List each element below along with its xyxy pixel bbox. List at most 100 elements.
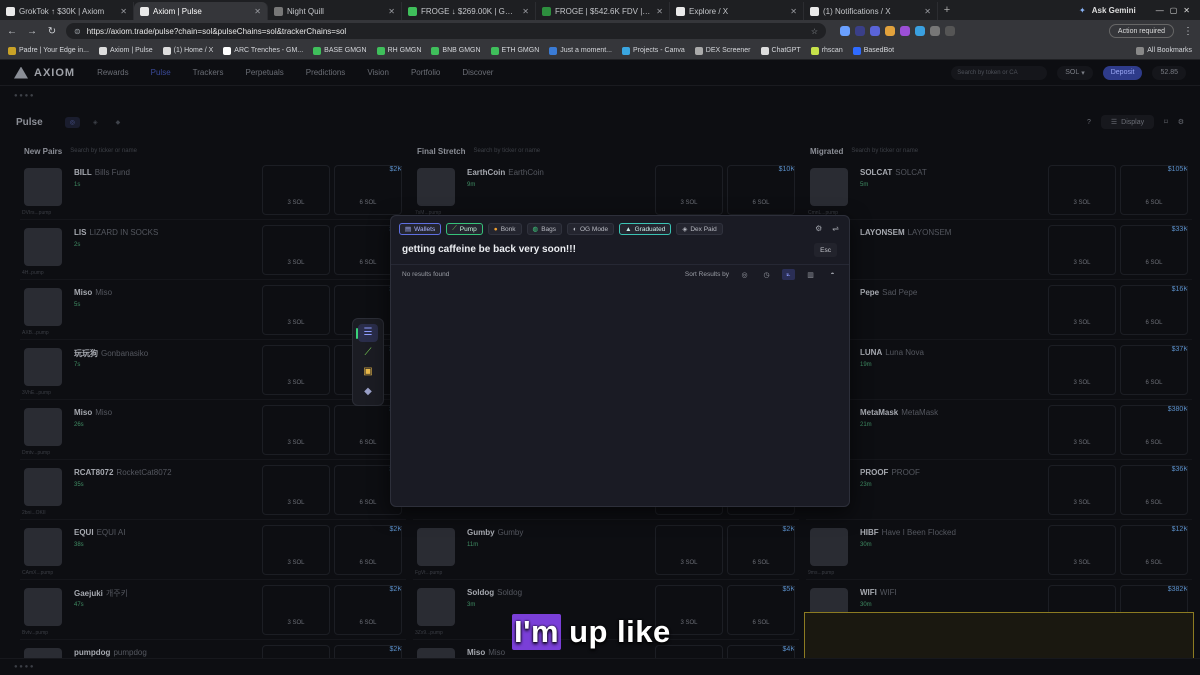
buy-6-sol-button[interactable]: 6 SOL <box>334 525 402 575</box>
sort-verified-icon[interactable]: ◎ <box>738 269 751 280</box>
token-address[interactable]: 2bni...OKII <box>22 510 46 516</box>
forward-icon[interactable]: → <box>26 26 38 37</box>
nav-pulse[interactable]: Pulse <box>151 68 171 77</box>
token-row[interactable]: EQUI EQUI AI 38s CAmX...pump $2K 3 SOL 6 SOL <box>20 520 406 580</box>
buy-3-sol-button[interactable]: 3 SOL <box>1048 285 1116 335</box>
sliders-icon[interactable]: ⇌ <box>832 224 839 233</box>
nav-predictions[interactable]: Predictions <box>306 68 346 77</box>
buy-6-sol-button[interactable]: 6 SOL <box>1120 165 1188 215</box>
address-bar[interactable]: ⊜ https://axiom.trade/pulse?chain=sol&pu… <box>66 23 826 39</box>
sort-time-icon[interactable]: ◷ <box>760 269 773 280</box>
browser-tab-active[interactable]: Axiom | Pulse ✕ <box>134 2 268 20</box>
token-avatar[interactable] <box>24 468 62 506</box>
filter-bags[interactable]: ◍ Bags <box>526 223 563 235</box>
browser-tab[interactable]: Night Quill ✕ <box>268 2 402 20</box>
display-button[interactable]: ☰ Display <box>1100 115 1155 129</box>
nav-vision[interactable]: Vision <box>367 68 389 77</box>
buy-3-sol-button[interactable]: 3 SOL <box>1048 465 1116 515</box>
all-bookmarks[interactable]: All Bookmarks <box>1136 46 1192 55</box>
reload-icon[interactable]: ↻ <box>46 26 58 37</box>
settings-icon[interactable]: ⚙ <box>1178 118 1184 126</box>
token-address[interactable]: DVIrs...pump <box>22 210 51 216</box>
buy-3-sol-button[interactable]: 3 SOL <box>262 225 330 275</box>
token-row[interactable]: Pepe Sad Pepe $16K 3 SOL 6 SOL <box>806 280 1192 340</box>
token-row[interactable]: LISLIZARD IN SOCKS2s4H..pump$2K3 SOL6 SO… <box>20 220 406 280</box>
column-search-input[interactable]: Search by ticker or name <box>473 148 540 154</box>
token-row[interactable]: 玩玩狗Gonbanasiko7s3VhE...pump$2K3 SOL6 SOL <box>20 340 406 400</box>
buy-3-sol-button[interactable]: 3 SOL <box>1048 165 1116 215</box>
buy-6-sol-button[interactable]: 6 SOL <box>1120 525 1188 575</box>
buy-6-sol-button[interactable]: 6 SOL <box>1120 345 1188 395</box>
buy-6-sol-button[interactable]: 6 SOL <box>727 525 795 575</box>
close-icon[interactable]: ✕ <box>254 7 261 16</box>
token-address[interactable]: 3VhE...pump <box>22 390 51 396</box>
bookmark-item[interactable]: RH GMGN <box>376 46 421 55</box>
maximize-icon[interactable]: ▢ <box>1170 6 1178 15</box>
buy-3-sol-button[interactable]: 3 SOL <box>262 585 330 635</box>
token-row[interactable]: HIBF Have I Been Flocked 30m 9ms...pump $12K… <box>806 520 1192 580</box>
token-row[interactable]: MetaMask MetaMask 21m $380K 3 SOL 6 SOL <box>806 400 1192 460</box>
buy-3-sol-button[interactable]: 3 SOL <box>1048 345 1116 395</box>
filter-bonk[interactable]: ● Bonk <box>487 223 522 235</box>
nav-discover[interactable]: Discover <box>462 68 493 77</box>
pump-icon[interactable]: ⟋ <box>358 343 378 361</box>
token-avatar[interactable] <box>24 408 62 446</box>
bookmark-item[interactable]: BasedBot <box>852 46 894 55</box>
close-icon[interactable]: ✕ <box>120 7 127 16</box>
ask-gemini-button[interactable]: Ask Gemini <box>1092 6 1136 15</box>
buy-3-sol-button[interactable]: 3 SOL <box>1048 225 1116 275</box>
buy-3-sol-button[interactable]: 3 SOL <box>655 525 723 575</box>
puzzle-icon[interactable] <box>945 26 955 36</box>
token-search-input[interactable]: Search by token or CA <box>951 65 1048 80</box>
token-row[interactable]: Gaejuki 개주키 47s Bvtv...pump $2K 3 SOL 6 SOL <box>20 580 406 640</box>
token-row[interactable]: MisoMiso26sDmtv...pump$2K3 SOL6 SOL <box>20 400 406 460</box>
buy-6-sol-button[interactable]: 6 SOL <box>334 585 402 635</box>
bookmark-item[interactable]: ChatGPT <box>760 46 801 55</box>
extension-icon[interactable] <box>840 26 850 36</box>
token-address[interactable]: AXB...pump <box>22 330 49 336</box>
list-view-icon[interactable]: ☰ <box>358 323 378 342</box>
back-icon[interactable]: ← <box>6 26 18 37</box>
help-icon[interactable]: ? <box>1087 119 1091 126</box>
token-avatar[interactable] <box>417 528 455 566</box>
token-row[interactable]: PROOF PROOF 23m $36K 3 SOL 6 SOL <box>806 460 1192 520</box>
token-address[interactable]: 3Zx9...pump <box>415 630 443 636</box>
buy-6-sol-button[interactable]: 6 SOL <box>727 585 795 635</box>
close-icon[interactable]: ✕ <box>924 7 931 16</box>
menu-icon[interactable]: ⋮ <box>1182 26 1194 37</box>
token-address[interactable]: 4H..pump <box>22 270 44 276</box>
nav-trackers[interactable]: Trackers <box>193 68 224 77</box>
bookmark-item[interactable]: rhscan <box>810 46 843 55</box>
browser-tab[interactable]: GrokTok ↑ $30K | Axiom ✕ <box>0 2 134 20</box>
buy-3-sol-button[interactable]: 3 SOL <box>262 465 330 515</box>
nav-perpetuals[interactable]: Perpetuals <box>245 68 283 77</box>
extension-icon[interactable] <box>900 26 910 36</box>
buy-3-sol-button[interactable]: 3 SOL <box>262 405 330 455</box>
token-address[interactable]: FgVt...pump <box>415 570 442 576</box>
extension-icon[interactable] <box>870 26 880 36</box>
deposit-button[interactable]: Deposit <box>1102 65 1143 80</box>
buy-6-sol-button[interactable]: 6 SOL <box>727 165 795 215</box>
bookmark-item[interactable]: Projects - Canva <box>622 46 685 55</box>
bookmark-item[interactable]: DEX Screener <box>694 46 751 55</box>
column-search-input[interactable]: Search by ticker or name <box>851 148 918 154</box>
esc-button[interactable]: Esc <box>814 243 837 257</box>
filter-og-mode[interactable]: ◐ OG Mode <box>567 223 615 235</box>
column-search-input[interactable]: Search by ticker or name <box>70 148 137 154</box>
token-row[interactable]: LAYONSEM LAYONSEM $33K 3 SOL 6 SOL <box>806 220 1192 280</box>
sort-holders-icon[interactable]: ◓ <box>826 269 839 280</box>
token-row[interactable]: Gumby Gumby 11m FgVt...pump $2K 3 SOL 6 SOL <box>413 520 799 580</box>
filter-graduated[interactable]: ▲ Graduated <box>619 223 672 235</box>
sort-trend-icon[interactable]: ⟀ <box>782 269 795 280</box>
browser-tab[interactable]: Explore / X ✕ <box>670 2 804 20</box>
browser-tab[interactable]: (1) Notifications / X ✕ <box>804 2 938 20</box>
box-icon[interactable]: ▣ <box>358 363 378 381</box>
token-avatar[interactable] <box>417 588 455 626</box>
token-avatar[interactable] <box>24 528 62 566</box>
bookmark-item[interactable]: ETH GMGN <box>490 46 539 55</box>
bookmark-star-icon[interactable]: ☆ <box>811 27 818 36</box>
buy-6-sol-button[interactable]: 6 SOL <box>1120 225 1188 275</box>
buy-3-sol-button[interactable]: 3 SOL <box>262 285 330 335</box>
filter-pump[interactable]: ⟋ Pump <box>446 223 483 235</box>
balance-chip[interactable]: 52.85 <box>1152 65 1186 80</box>
